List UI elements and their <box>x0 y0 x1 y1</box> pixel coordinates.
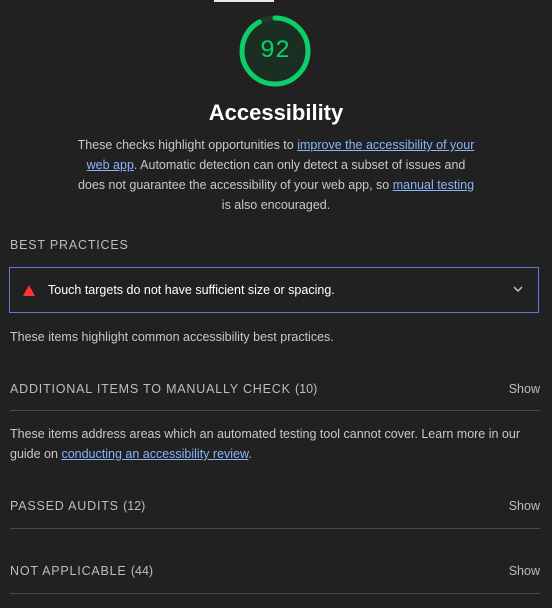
not-applicable-heading: NOT APPLICABLE (44) <box>10 564 153 578</box>
divider <box>10 528 540 529</box>
note-text: . <box>248 447 252 461</box>
audit-title: Touch targets do not have sufficient siz… <box>48 283 335 297</box>
section-label-text: NOT APPLICABLE <box>10 564 127 578</box>
category-description: These checks highlight opportunities to … <box>72 135 480 215</box>
lighthouse-accessibility-panel: 92 Accessibility These checks highlight … <box>0 0 552 608</box>
score-gauge: 92 <box>238 14 312 88</box>
section-label-text: ADDITIONAL ITEMS TO MANUALLY CHECK <box>10 382 291 396</box>
section-count: (44) <box>130 564 154 578</box>
best-practices-heading: BEST PRACTICES <box>10 238 129 252</box>
manual-check-show-button[interactable]: Show <box>509 382 540 396</box>
section-count: (10) <box>295 382 318 396</box>
passed-audits-heading: PASSED AUDITS (12) <box>10 499 145 513</box>
chevron-down-icon[interactable] <box>510 281 526 297</box>
divider <box>10 593 540 594</box>
score-value: 92 <box>259 36 290 65</box>
category-title: Accessibility <box>208 100 344 125</box>
manual-testing-link[interactable]: manual testing <box>393 178 474 192</box>
active-tab-indicator <box>214 0 274 2</box>
manual-check-note: These items address areas which an autom… <box>10 424 540 464</box>
desc-text: is also encouraged. <box>221 198 331 212</box>
audit-touch-targets[interactable]: Touch targets do not have sufficient siz… <box>9 267 539 313</box>
manual-check-heading: ADDITIONAL ITEMS TO MANUALLY CHECK (10) <box>10 382 317 396</box>
section-label-text: PASSED AUDITS <box>10 499 119 513</box>
best-practices-note: These items highlight common accessibili… <box>10 330 334 344</box>
desc-text: These checks highlight opportunities to <box>77 138 298 152</box>
section-count: (12) <box>123 499 146 513</box>
divider <box>10 410 540 411</box>
warning-triangle-icon <box>23 285 35 296</box>
accessibility-review-link[interactable]: conducting an accessibility review <box>61 447 248 461</box>
not-applicable-show-button[interactable]: Show <box>509 564 540 578</box>
passed-audits-show-button[interactable]: Show <box>509 499 540 513</box>
